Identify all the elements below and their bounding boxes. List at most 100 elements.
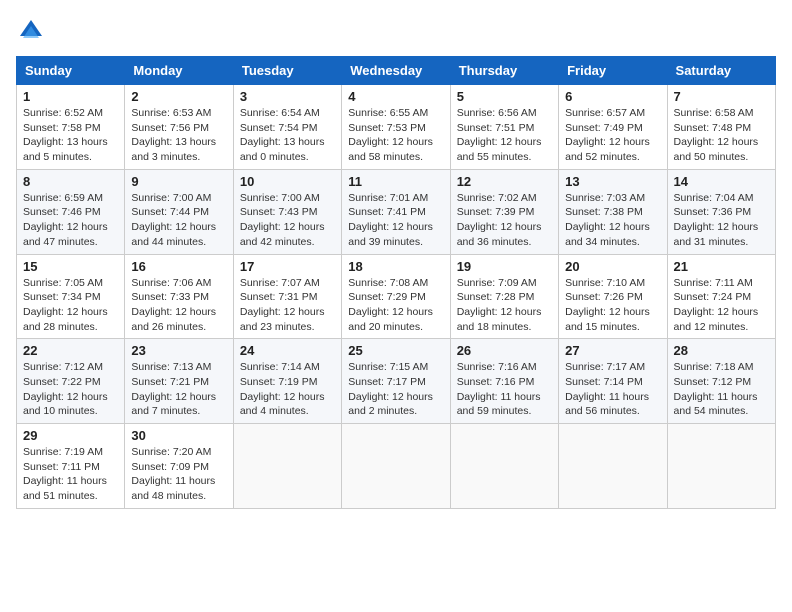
day-info: Sunrise: 6:52 AMSunset: 7:58 PMDaylight:… <box>23 106 118 165</box>
day-number: 4 <box>348 89 443 104</box>
day-number: 13 <box>565 174 660 189</box>
day-info: Sunrise: 7:08 AMSunset: 7:29 PMDaylight:… <box>348 276 443 335</box>
day-number: 20 <box>565 259 660 274</box>
day-info: Sunrise: 7:03 AMSunset: 7:38 PMDaylight:… <box>565 191 660 250</box>
day-cell: 15 Sunrise: 7:05 AMSunset: 7:34 PMDayligh… <box>17 254 125 339</box>
header-friday: Friday <box>559 57 667 85</box>
header-thursday: Thursday <box>450 57 558 85</box>
week-row-1: 1 Sunrise: 6:52 AMSunset: 7:58 PMDaylight… <box>17 85 776 170</box>
day-info: Sunrise: 6:55 AMSunset: 7:53 PMDaylight:… <box>348 106 443 165</box>
day-cell: 18 Sunrise: 7:08 AMSunset: 7:29 PMDayligh… <box>342 254 450 339</box>
day-info: Sunrise: 7:07 AMSunset: 7:31 PMDaylight:… <box>240 276 335 335</box>
day-number: 25 <box>348 343 443 358</box>
day-info: Sunrise: 7:16 AMSunset: 7:16 PMDaylight:… <box>457 360 552 419</box>
day-info: Sunrise: 7:01 AMSunset: 7:41 PMDaylight:… <box>348 191 443 250</box>
logo-icon <box>16 16 46 46</box>
logo <box>16 16 50 46</box>
day-info: Sunrise: 7:12 AMSunset: 7:22 PMDaylight:… <box>23 360 118 419</box>
day-cell: 9 Sunrise: 7:00 AMSunset: 7:44 PMDaylight… <box>125 169 233 254</box>
day-cell: 24Sunrise: 7:14 AMSunset: 7:19 PMDayligh… <box>233 339 341 424</box>
day-cell <box>667 424 775 509</box>
day-info: Sunrise: 6:58 AMSunset: 7:48 PMDaylight:… <box>674 106 769 165</box>
day-cell: 2Sunrise: 6:53 AMSunset: 7:56 PMDaylight… <box>125 85 233 170</box>
day-info: Sunrise: 7:13 AMSunset: 7:21 PMDaylight:… <box>131 360 226 419</box>
day-cell: 19Sunrise: 7:09 AMSunset: 7:28 PMDayligh… <box>450 254 558 339</box>
day-info: Sunrise: 7:00 AMSunset: 7:44 PMDaylight:… <box>131 191 226 250</box>
day-info: Sunrise: 6:56 AMSunset: 7:51 PMDaylight:… <box>457 106 552 165</box>
week-row-3: 15 Sunrise: 7:05 AMSunset: 7:34 PMDayligh… <box>17 254 776 339</box>
day-number: 22 <box>23 343 118 358</box>
day-info: Sunrise: 6:57 AMSunset: 7:49 PMDaylight:… <box>565 106 660 165</box>
day-cell: 20 Sunrise: 7:10 AMSunset: 7:26 PMDayligh… <box>559 254 667 339</box>
day-number: 7 <box>674 89 769 104</box>
day-number: 2 <box>131 89 226 104</box>
day-info: Sunrise: 7:20 AMSunset: 7:09 PMDaylight:… <box>131 445 226 504</box>
day-cell <box>342 424 450 509</box>
day-info: Sunrise: 7:04 AMSunset: 7:36 PMDaylight:… <box>674 191 769 250</box>
day-info: Sunrise: 7:05 AMSunset: 7:34 PMDaylight:… <box>23 276 118 335</box>
day-cell: 6 Sunrise: 6:57 AMSunset: 7:49 PMDaylight… <box>559 85 667 170</box>
header-row: SundayMondayTuesdayWednesdayThursdayFrid… <box>17 57 776 85</box>
day-number: 29 <box>23 428 118 443</box>
day-cell: 12 Sunrise: 7:02 AMSunset: 7:39 PMDayligh… <box>450 169 558 254</box>
day-cell: 3Sunrise: 6:54 AMSunset: 7:54 PMDaylight… <box>233 85 341 170</box>
day-number: 24 <box>240 343 335 358</box>
day-info: Sunrise: 7:02 AMSunset: 7:39 PMDaylight:… <box>457 191 552 250</box>
day-number: 12 <box>457 174 552 189</box>
day-cell: 16 Sunrise: 7:06 AMSunset: 7:33 PMDayligh… <box>125 254 233 339</box>
day-number: 14 <box>674 174 769 189</box>
week-row-4: 22 Sunrise: 7:12 AMSunset: 7:22 PMDayligh… <box>17 339 776 424</box>
day-number: 16 <box>131 259 226 274</box>
day-cell: 17 Sunrise: 7:07 AMSunset: 7:31 PMDayligh… <box>233 254 341 339</box>
day-number: 15 <box>23 259 118 274</box>
day-info: Sunrise: 7:00 AMSunset: 7:43 PMDaylight:… <box>240 191 335 250</box>
day-info: Sunrise: 6:54 AMSunset: 7:54 PMDaylight:… <box>240 106 335 165</box>
day-cell: 8Sunrise: 6:59 AMSunset: 7:46 PMDaylight… <box>17 169 125 254</box>
day-cell: 30Sunrise: 7:20 AMSunset: 7:09 PMDayligh… <box>125 424 233 509</box>
day-number: 5 <box>457 89 552 104</box>
header-wednesday: Wednesday <box>342 57 450 85</box>
calendar-table: SundayMondayTuesdayWednesdayThursdayFrid… <box>16 56 776 509</box>
day-info: Sunrise: 7:10 AMSunset: 7:26 PMDaylight:… <box>565 276 660 335</box>
day-cell: 27 Sunrise: 7:17 AMSunset: 7:14 PMDayligh… <box>559 339 667 424</box>
day-info: Sunrise: 7:06 AMSunset: 7:33 PMDaylight:… <box>131 276 226 335</box>
day-number: 27 <box>565 343 660 358</box>
day-cell: 25 Sunrise: 7:15 AMSunset: 7:17 PMDayligh… <box>342 339 450 424</box>
header-saturday: Saturday <box>667 57 775 85</box>
day-cell <box>233 424 341 509</box>
day-cell: 1 Sunrise: 6:52 AMSunset: 7:58 PMDaylight… <box>17 85 125 170</box>
day-number: 23 <box>131 343 226 358</box>
day-cell <box>450 424 558 509</box>
day-cell <box>559 424 667 509</box>
day-info: Sunrise: 6:59 AMSunset: 7:46 PMDaylight:… <box>23 191 118 250</box>
day-cell: 14 Sunrise: 7:04 AMSunset: 7:36 PMDayligh… <box>667 169 775 254</box>
day-number: 6 <box>565 89 660 104</box>
day-info: Sunrise: 7:18 AMSunset: 7:12 PMDaylight:… <box>674 360 769 419</box>
day-number: 21 <box>674 259 769 274</box>
day-cell: 13 Sunrise: 7:03 AMSunset: 7:38 PMDayligh… <box>559 169 667 254</box>
day-number: 9 <box>131 174 226 189</box>
day-cell: 7 Sunrise: 6:58 AMSunset: 7:48 PMDaylight… <box>667 85 775 170</box>
day-info: Sunrise: 7:15 AMSunset: 7:17 PMDaylight:… <box>348 360 443 419</box>
day-cell: 28 Sunrise: 7:18 AMSunset: 7:12 PMDayligh… <box>667 339 775 424</box>
day-number: 28 <box>674 343 769 358</box>
day-cell: 22 Sunrise: 7:12 AMSunset: 7:22 PMDayligh… <box>17 339 125 424</box>
day-cell: 21 Sunrise: 7:11 AMSunset: 7:24 PMDayligh… <box>667 254 775 339</box>
day-cell: 5 Sunrise: 6:56 AMSunset: 7:51 PMDaylight… <box>450 85 558 170</box>
day-cell: 4 Sunrise: 6:55 AMSunset: 7:53 PMDaylight… <box>342 85 450 170</box>
day-number: 17 <box>240 259 335 274</box>
page-header <box>16 16 776 46</box>
header-sunday: Sunday <box>17 57 125 85</box>
day-cell: 26Sunrise: 7:16 AMSunset: 7:16 PMDayligh… <box>450 339 558 424</box>
day-number: 18 <box>348 259 443 274</box>
day-number: 1 <box>23 89 118 104</box>
day-info: Sunrise: 7:11 AMSunset: 7:24 PMDaylight:… <box>674 276 769 335</box>
header-tuesday: Tuesday <box>233 57 341 85</box>
day-number: 10 <box>240 174 335 189</box>
day-info: Sunrise: 7:19 AMSunset: 7:11 PMDaylight:… <box>23 445 118 504</box>
day-number: 19 <box>457 259 552 274</box>
week-row-2: 8Sunrise: 6:59 AMSunset: 7:46 PMDaylight… <box>17 169 776 254</box>
day-info: Sunrise: 7:17 AMSunset: 7:14 PMDaylight:… <box>565 360 660 419</box>
day-number: 11 <box>348 174 443 189</box>
header-monday: Monday <box>125 57 233 85</box>
